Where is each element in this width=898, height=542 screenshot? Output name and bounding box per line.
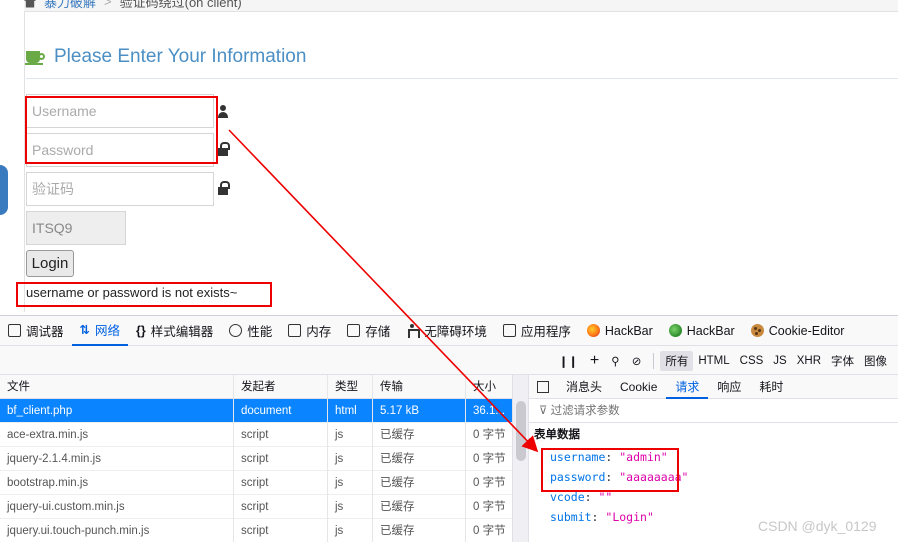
block-icon[interactable]: ⊘ [626, 354, 648, 368]
captcha-display: ITSQ9 [26, 211, 126, 245]
filter-xhr[interactable]: XHR [792, 353, 826, 369]
panel-toggle-icon[interactable] [537, 380, 549, 393]
filter-css[interactable]: CSS [735, 353, 769, 369]
breadcrumb-separator: > [104, 0, 112, 9]
tab-network[interactable]: ⇅ 网络 [71, 316, 129, 346]
breadcrumb-home[interactable]: 暴力破解 [44, 0, 96, 11]
annotation-box-message [16, 282, 272, 307]
login-button[interactable]: Login [26, 250, 74, 277]
tab-accessibility[interactable]: 无障碍环境 [398, 316, 495, 346]
form-data-heading[interactable]: 表单数据 [529, 423, 898, 447]
scrollbar-thumb[interactable] [516, 401, 526, 461]
application-icon [502, 324, 516, 337]
web-page: 暴力破解 > 验证码绕过(on client) Please Enter You… [0, 0, 898, 315]
tab-timings[interactable]: 耗时 [750, 375, 792, 399]
pause-icon[interactable]: ❙❙ [553, 354, 584, 368]
network-icon: ⇅ [79, 323, 90, 337]
network-toolbar: ❙❙ + ⚲ ⊘ 所有 HTML CSS JS XHR 字体 图像 [0, 347, 898, 375]
watermark: CSDN @dyk_0129 [758, 518, 877, 534]
table-row[interactable]: bf_client.php document html 5.17 kB 36.1... [0, 398, 512, 423]
detail-tabs: 消息头 Cookie 请求 响应 耗时 [529, 375, 898, 399]
tab-style-editor[interactable]: {} 样式编辑器 [128, 316, 221, 346]
column-file[interactable]: 文件 [0, 375, 234, 399]
add-icon[interactable]: + [584, 352, 605, 370]
table-row[interactable]: jquery-ui.custom.min.js script js 已缓存 0 字节 [0, 494, 512, 519]
tab-request[interactable]: 请求 [666, 375, 709, 399]
param-filter-input[interactable]: ⊽ 过滤请求参数 [529, 399, 898, 423]
sidebar-toggle[interactable] [0, 165, 8, 215]
tab-memory[interactable]: 内存 [280, 316, 339, 346]
tab-cookie-editor[interactable]: Cookie-Editor [743, 316, 853, 346]
column-size[interactable]: 大小 [466, 375, 512, 399]
page-title: Please Enter Your Information [54, 46, 307, 67]
accessibility-icon [406, 324, 421, 338]
vcode-input[interactable]: 验证码 [26, 172, 214, 206]
cookie-icon [750, 324, 764, 337]
devtools-toolbar: 调试器 ⇅ 网络 {} 样式编辑器 性能 内存 存储 无障碍环境 应用程序 Hack… [0, 316, 898, 346]
hackbar-icon [668, 324, 682, 337]
heading-divider [26, 78, 898, 79]
devtools-panel: 调试器 ⇅ 网络 {} 样式编辑器 性能 内存 存储 无障碍环境 应用程序 Hack… [0, 315, 898, 542]
tab-cookie[interactable]: Cookie [611, 375, 666, 399]
search-icon[interactable]: ⚲ [605, 354, 625, 368]
tab-debugger[interactable]: 调试器 [0, 316, 72, 346]
table-header: 文件 发起者 类型 传输 大小 [0, 375, 512, 399]
braces-icon: {} [136, 323, 146, 338]
gauge-icon [229, 324, 243, 337]
filter-html[interactable]: HTML [693, 353, 734, 369]
filter-all[interactable]: 所有 [660, 350, 694, 371]
filter-images[interactable]: 图像 [859, 351, 892, 371]
annotation-box-form-data [541, 448, 679, 492]
request-table: 文件 发起者 类型 传输 大小 bf_client.php document htm… [0, 375, 512, 542]
lock-icon [218, 142, 230, 159]
debugger-icon [8, 324, 21, 337]
toolbar-divider [653, 352, 655, 369]
tab-response[interactable]: 响应 [708, 375, 750, 399]
table-row[interactable]: jquery.ui.touch-punch.min.js script js 已缓存 0… [0, 518, 512, 542]
filter-js[interactable]: JS [768, 353, 791, 369]
home-icon[interactable] [24, 0, 36, 8]
tab-hackbar-1[interactable]: HackBar [579, 316, 661, 346]
coffee-icon [25, 49, 46, 65]
tab-hackbar-2[interactable]: HackBar [661, 316, 743, 346]
memory-icon [288, 324, 302, 337]
breadcrumb: 暴力破解 > 验证码绕过(on client) [24, 0, 898, 12]
tab-performance[interactable]: 性能 [221, 316, 280, 346]
table-row[interactable]: bootstrap.min.js script js 已缓存 0 字节 [0, 470, 512, 495]
table-scrollbar[interactable] [512, 375, 528, 542]
table-row[interactable]: jquery-2.1.4.min.js script js 已缓存 0 字节 [0, 446, 512, 471]
breadcrumb-current: 验证码绕过(on client) [119, 0, 242, 10]
tab-headers[interactable]: 消息头 [557, 375, 611, 399]
column-initiator[interactable]: 发起者 [234, 375, 328, 399]
tab-storage[interactable]: 存储 [339, 316, 398, 346]
storage-icon [347, 324, 361, 337]
column-type[interactable]: 类型 [328, 375, 373, 399]
firefox-icon [586, 324, 600, 337]
form-heading: Please Enter Your Information [25, 46, 307, 68]
filter-fonts[interactable]: 字体 [826, 351, 859, 371]
user-icon [218, 105, 228, 120]
table-row[interactable]: ace-extra.min.js script js 已缓存 0 字节 [0, 422, 512, 447]
lock-icon [218, 181, 230, 198]
filter-icon: ⊽ [539, 405, 551, 417]
tab-application[interactable]: 应用程序 [495, 316, 579, 346]
annotation-box-credentials [25, 96, 218, 164]
column-transfer[interactable]: 传输 [373, 375, 466, 399]
